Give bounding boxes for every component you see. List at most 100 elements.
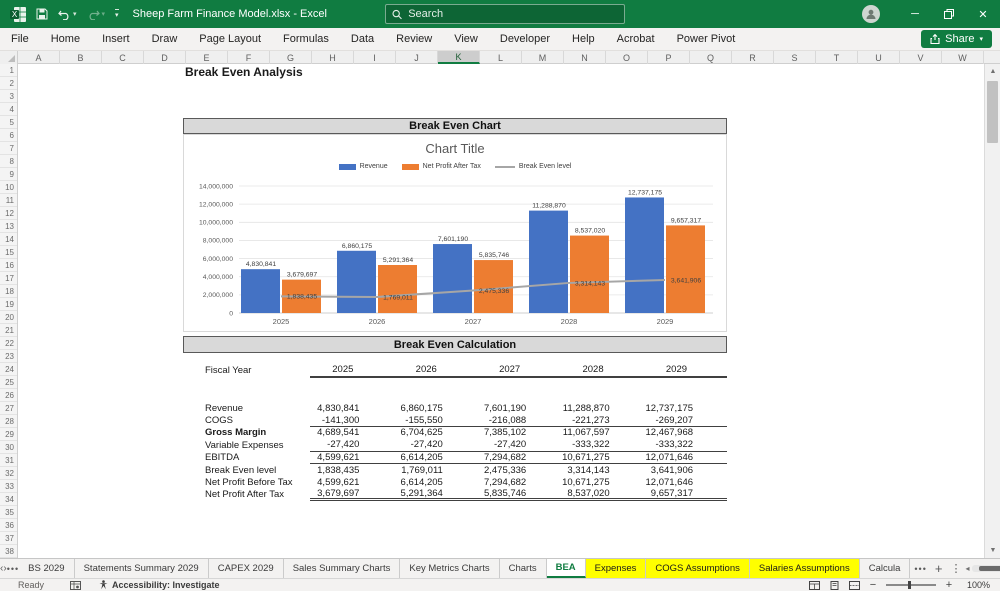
- column-header-h[interactable]: H: [312, 51, 354, 64]
- cell-net-profit-after-tax-2028[interactable]: 8,537,020: [560, 488, 643, 499]
- cell-break-even-level-2027[interactable]: 2,475,336: [477, 465, 560, 476]
- chart-title[interactable]: Chart Title: [184, 141, 726, 156]
- accessibility-status[interactable]: Accessibility: Investigate: [99, 580, 220, 590]
- bar-revenue-2029[interactable]: [625, 197, 664, 313]
- row-header-17[interactable]: 17: [0, 272, 17, 285]
- row-header-20[interactable]: 20: [0, 311, 17, 324]
- save-icon[interactable]: [36, 8, 48, 20]
- undo-icon[interactable]: ▾: [58, 9, 77, 20]
- search-box[interactable]: [385, 4, 625, 24]
- ribbon-tab-file[interactable]: File: [0, 28, 40, 50]
- undo-dropdown-icon[interactable]: ▾: [73, 10, 77, 18]
- row-header-26[interactable]: 26: [0, 389, 17, 402]
- row-header-15[interactable]: 15: [0, 246, 17, 259]
- cell-gross-margin-2025[interactable]: 4,689,541: [310, 427, 393, 438]
- row-header-6[interactable]: 6: [0, 129, 17, 142]
- column-header-k[interactable]: K: [438, 51, 480, 64]
- cell-cogs-2029[interactable]: -269,207: [644, 415, 727, 426]
- cell-cogs-2026[interactable]: -155,550: [393, 415, 476, 426]
- select-all-corner[interactable]: [0, 51, 18, 64]
- row-header-3[interactable]: 3: [0, 90, 17, 103]
- cell-revenue-2029[interactable]: 12,737,175: [644, 403, 727, 414]
- bar-revenue-2028[interactable]: [529, 211, 568, 313]
- bar-revenue-2025[interactable]: [241, 269, 280, 313]
- close-button[interactable]: ✕: [966, 0, 1000, 28]
- cell-variable-expenses-2028[interactable]: -333,322: [560, 439, 643, 450]
- column-header-d[interactable]: D: [144, 51, 186, 64]
- ribbon-tab-developer[interactable]: Developer: [489, 28, 561, 50]
- legend-item-revenue[interactable]: Revenue: [339, 163, 388, 170]
- ribbon-tab-acrobat[interactable]: Acrobat: [606, 28, 666, 50]
- redo-dropdown-icon[interactable]: ▾: [102, 10, 106, 18]
- cell-net-profit-before-tax-2025[interactable]: 4,599,621: [310, 477, 393, 488]
- column-header-b[interactable]: B: [60, 51, 102, 64]
- ribbon-tab-formulas[interactable]: Formulas: [272, 28, 340, 50]
- sheet-tab-salaries-assumptions[interactable]: Salaries Assumptions: [750, 559, 860, 578]
- view-page-layout-icon[interactable]: [828, 580, 840, 590]
- cell-break-even-level-2026[interactable]: 1,769,011: [393, 465, 476, 476]
- row-header-25[interactable]: 25: [0, 376, 17, 389]
- zoom-level[interactable]: 100%: [962, 580, 990, 590]
- column-header-f[interactable]: F: [228, 51, 270, 64]
- cell-variable-expenses-2029[interactable]: -333,322: [644, 439, 727, 450]
- sheet-tab-capex-2029[interactable]: CAPEX 2029: [209, 559, 284, 578]
- cell-ebitda-2026[interactable]: 6,614,205: [393, 452, 476, 463]
- sheet-tab-sales-summary-charts[interactable]: Sales Summary Charts: [284, 559, 401, 578]
- vertical-scrollbar[interactable]: ▲ ▼: [984, 64, 1000, 558]
- cell-variable-expenses-2026[interactable]: -27,420: [393, 439, 476, 450]
- column-header-m[interactable]: M: [522, 51, 564, 64]
- sheet-tab-expenses[interactable]: Expenses: [586, 559, 647, 578]
- row-header-36[interactable]: 36: [0, 519, 17, 532]
- cell-cogs-2027[interactable]: -216,088: [477, 415, 560, 426]
- row-header-23[interactable]: 23: [0, 350, 17, 363]
- cell-gross-margin-2026[interactable]: 6,704,625: [393, 427, 476, 438]
- ribbon-tab-insert[interactable]: Insert: [91, 28, 141, 50]
- row-header-38[interactable]: 38: [0, 545, 17, 558]
- cell-revenue-2026[interactable]: 6,860,175: [393, 403, 476, 414]
- sheet-tab-bea[interactable]: BEA: [547, 559, 586, 578]
- column-header-w[interactable]: W: [942, 51, 984, 64]
- zoom-slider[interactable]: [886, 584, 936, 586]
- cell-cogs-2028[interactable]: -221,273: [560, 415, 643, 426]
- cell-ebitda-2025[interactable]: 4,599,621: [310, 452, 393, 463]
- cell-break-even-level-2025[interactable]: 1,838,435: [310, 465, 393, 476]
- ribbon-tab-view[interactable]: View: [443, 28, 489, 50]
- bar-net-profit-after-tax-2029[interactable]: [666, 225, 705, 313]
- hscroll-left-icon[interactable]: ◂: [965, 564, 969, 573]
- column-header-i[interactable]: I: [354, 51, 396, 64]
- cell-ebitda-2029[interactable]: 12,071,646: [644, 452, 727, 463]
- legend-item-break-even-level[interactable]: Break Even level: [495, 163, 572, 170]
- column-header-e[interactable]: E: [186, 51, 228, 64]
- chart-plot-area[interactable]: 02,000,0004,000,0006,000,0008,000,00010,…: [184, 177, 726, 331]
- sheet-tab-charts[interactable]: Charts: [500, 559, 547, 578]
- cell-revenue-2027[interactable]: 7,601,190: [477, 403, 560, 414]
- column-header-r[interactable]: R: [732, 51, 774, 64]
- row-header-30[interactable]: 30: [0, 441, 17, 454]
- sheet-tab-key-metrics-charts[interactable]: Key Metrics Charts: [400, 559, 499, 578]
- scroll-up-icon[interactable]: ▲: [985, 64, 1000, 79]
- cell-net-profit-before-tax-2028[interactable]: 10,671,275: [560, 477, 643, 488]
- column-header-n[interactable]: N: [564, 51, 606, 64]
- zoom-slider-thumb[interactable]: [908, 581, 911, 589]
- cell-net-profit-after-tax-2026[interactable]: 5,291,364: [393, 488, 476, 499]
- column-header-q[interactable]: Q: [690, 51, 732, 64]
- column-header-o[interactable]: O: [606, 51, 648, 64]
- bar-net-profit-after-tax-2027[interactable]: [474, 260, 513, 313]
- row-header-10[interactable]: 10: [0, 181, 17, 194]
- restore-button[interactable]: [932, 0, 966, 28]
- redo-icon[interactable]: ▾: [87, 9, 106, 20]
- zoom-out-button[interactable]: −: [868, 579, 878, 591]
- row-header-34[interactable]: 34: [0, 493, 17, 506]
- search-input[interactable]: [408, 8, 618, 20]
- ribbon-tab-page-layout[interactable]: Page Layout: [188, 28, 272, 50]
- add-sheet-button[interactable]: +: [935, 561, 943, 576]
- row-header-1[interactable]: 1: [0, 64, 17, 77]
- cell-variable-expenses-2025[interactable]: -27,420: [310, 439, 393, 450]
- tab-overflow-icon[interactable]: •••: [914, 564, 926, 574]
- cell-net-profit-after-tax-2029[interactable]: 9,657,317: [644, 488, 727, 499]
- row-header-24[interactable]: 24: [0, 363, 17, 376]
- cell-net-profit-after-tax-2025[interactable]: 3,679,697: [310, 488, 393, 499]
- ribbon-tab-draw[interactable]: Draw: [141, 28, 189, 50]
- row-header-13[interactable]: 13: [0, 220, 17, 233]
- vertical-scrollbar-thumb[interactable]: [987, 81, 998, 143]
